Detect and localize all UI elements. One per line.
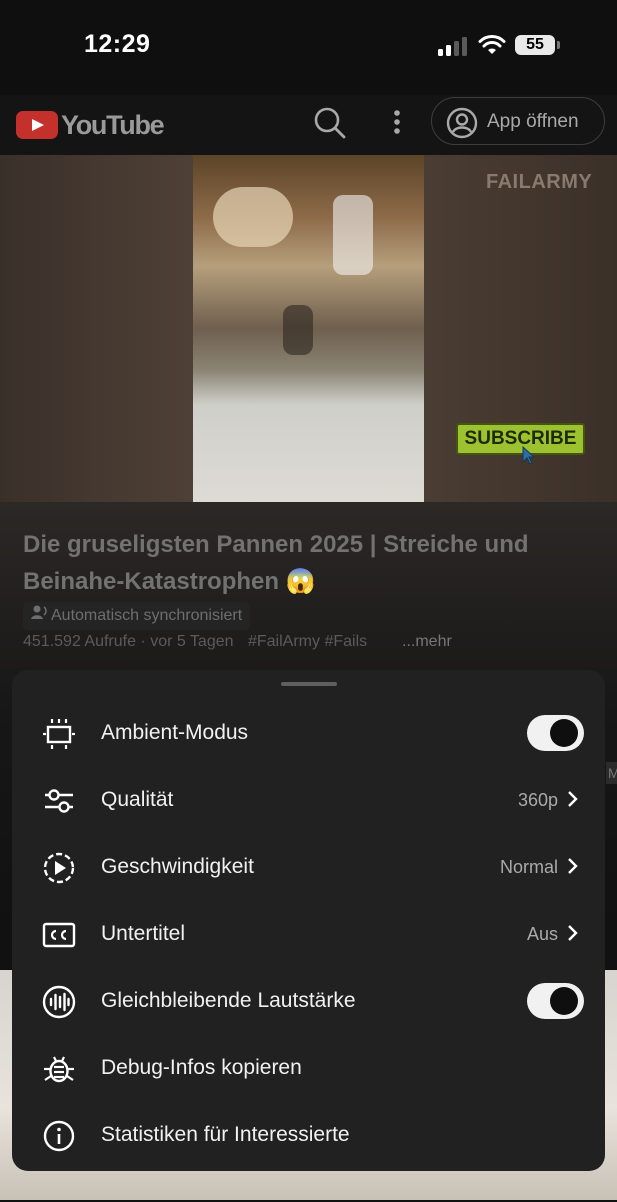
menu-item-label: Gleichbleibende Lautstärke	[101, 989, 356, 1012]
menu-item-label: Statistiken für Interessierte	[101, 1123, 350, 1146]
video-frame	[193, 155, 424, 502]
description-more-link[interactable]: ...mehr	[402, 633, 452, 651]
ambient-mode-toggle[interactable]	[527, 715, 584, 751]
video-blur-shape	[333, 195, 373, 275]
info-icon	[43, 1120, 75, 1152]
menu-item-label: Untertitel	[101, 922, 186, 945]
chevron-right-icon	[568, 858, 578, 874]
offscreen-button-fragment: M	[606, 762, 617, 784]
toggle-knob	[550, 987, 578, 1015]
views-and-date: 451.592 Aufrufe · vor 5 Tagen	[23, 633, 234, 650]
status-time: 12:29	[84, 30, 151, 58]
speaker-icon	[31, 602, 49, 630]
settings-sheet: Ambient-Modus Qualität 360p Geschwindigk…	[12, 670, 605, 1171]
search-icon[interactable]	[312, 105, 348, 141]
menu-item-label: Geschwindigkeit	[101, 855, 254, 878]
menu-item-label: Debug-Infos kopieren	[101, 1056, 302, 1079]
bug-icon	[44, 1056, 74, 1083]
video-blur-shape	[213, 187, 293, 247]
quality-sliders-icon	[45, 789, 73, 813]
auto-dub-label: Automatisch synchronisiert	[51, 607, 243, 624]
menu-item-quality[interactable]: Qualität 360p	[12, 766, 605, 833]
cellular-signal-icon	[438, 36, 470, 56]
speed-value: Normal	[499, 857, 558, 877]
battery-tip	[557, 41, 560, 49]
auto-dub-chip[interactable]: Automatisch synchronisiert	[23, 602, 251, 630]
menu-item-ambient-mode[interactable]: Ambient-Modus	[12, 699, 605, 766]
more-options-icon[interactable]	[384, 105, 410, 141]
menu-item-copy-debug-info[interactable]: Debug-Infos kopieren	[12, 1034, 605, 1101]
status-bar: 12:29 55	[0, 0, 617, 95]
menu-item-stable-volume[interactable]: Gleichbleibende Lautstärke	[12, 967, 605, 1034]
quality-value: 360p	[517, 790, 558, 810]
captions-value: Aus	[526, 924, 558, 944]
youtube-header: YouTube App öffnen	[0, 95, 617, 155]
subscribe-overlay: SUBSCRIBE	[456, 423, 585, 455]
menu-item-label: Qualität	[101, 788, 174, 811]
youtube-wordmark: YouTube	[61, 110, 165, 140]
volume-icon	[42, 985, 76, 1019]
toggle-knob	[550, 719, 578, 747]
wifi-icon	[478, 35, 506, 54]
menu-item-stats-for-nerds[interactable]: Statistiken für Interessierte	[12, 1101, 605, 1168]
chevron-right-icon	[568, 925, 578, 941]
cursor-icon	[522, 446, 536, 465]
video-title: Die gruseligsten Pannen 2025 | Streiche …	[23, 531, 529, 595]
battery-indicator: 55	[515, 35, 555, 55]
speed-icon	[43, 852, 75, 884]
open-app-button[interactable]: App öffnen	[431, 97, 605, 145]
ambient-icon	[43, 719, 75, 749]
video-meta: 451.592 Aufrufe · vor 5 Tagen #FailArmy …	[23, 633, 367, 651]
stable-volume-toggle[interactable]	[527, 983, 584, 1019]
open-app-label: App öffnen	[487, 111, 579, 132]
captions-icon	[42, 922, 76, 948]
menu-item-captions[interactable]: Untertitel Aus	[12, 900, 605, 967]
menu-item-label: Ambient-Modus	[101, 721, 249, 744]
youtube-play-icon	[16, 111, 58, 139]
chevron-right-icon	[568, 791, 578, 807]
video-player[interactable]: FAILARMY SUBSCRIBE	[0, 155, 617, 502]
video-hashtags[interactable]: #FailArmy #Fails	[248, 633, 367, 650]
menu-item-speed[interactable]: Geschwindigkeit Normal	[12, 833, 605, 900]
account-icon	[446, 107, 478, 139]
channel-watermark: FAILARMY	[486, 171, 593, 193]
sheet-drag-handle[interactable]	[281, 682, 337, 686]
video-blur-shape	[283, 305, 313, 355]
